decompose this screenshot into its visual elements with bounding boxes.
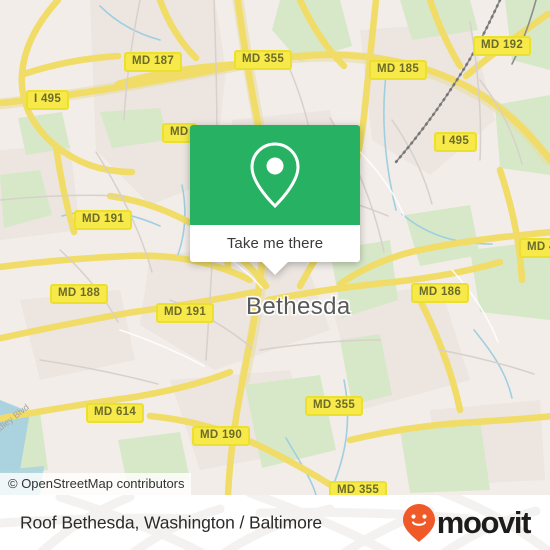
road-shield: MD 192	[473, 36, 532, 56]
callout-tail	[262, 262, 288, 275]
road-shield: MD 186	[411, 283, 470, 303]
map-pin-icon	[250, 142, 300, 209]
road-shield: MD 188	[50, 284, 109, 304]
road-shield: MD 190	[192, 426, 251, 446]
road-shield: MD 191	[156, 303, 215, 323]
page-title: Roof Bethesda, Washington / Baltimore	[20, 512, 323, 532]
moovit-logo[interactable]: moovit	[402, 503, 532, 543]
destination-callout-card[interactable]: Take me there	[190, 125, 360, 275]
road-shield: MD 355	[234, 50, 293, 70]
take-me-there-label: Take me there	[226, 235, 324, 252]
road-shield: MD 355	[329, 481, 388, 495]
road-shield: I 495	[26, 90, 70, 110]
road-shield: MD 187	[124, 52, 183, 72]
callout-pin-panel	[190, 125, 360, 225]
road-shield: MD 185	[369, 60, 428, 80]
moovit-pin-smiley-icon	[402, 503, 435, 542]
map-canvas[interactable]: MD 187 MD 355 MD 185 MD 192 I 495 I 495 …	[0, 0, 550, 495]
road-shield: MD 614	[86, 403, 145, 423]
osm-attribution[interactable]: © OpenStreetMap contributors	[0, 473, 191, 495]
city-label: Bethesda	[246, 293, 351, 320]
callout-action-panel[interactable]: Take me there	[190, 225, 360, 275]
road-shield: I 495	[434, 132, 478, 152]
road-shield: MD 41	[519, 238, 550, 258]
road-shield: MD 355	[305, 396, 364, 416]
footer-bar: Roof Bethesda, Washington / Baltimore mo…	[0, 495, 550, 550]
moovit-wordmark: moovit	[436, 505, 532, 540]
road-shield: MD 191	[74, 210, 133, 230]
